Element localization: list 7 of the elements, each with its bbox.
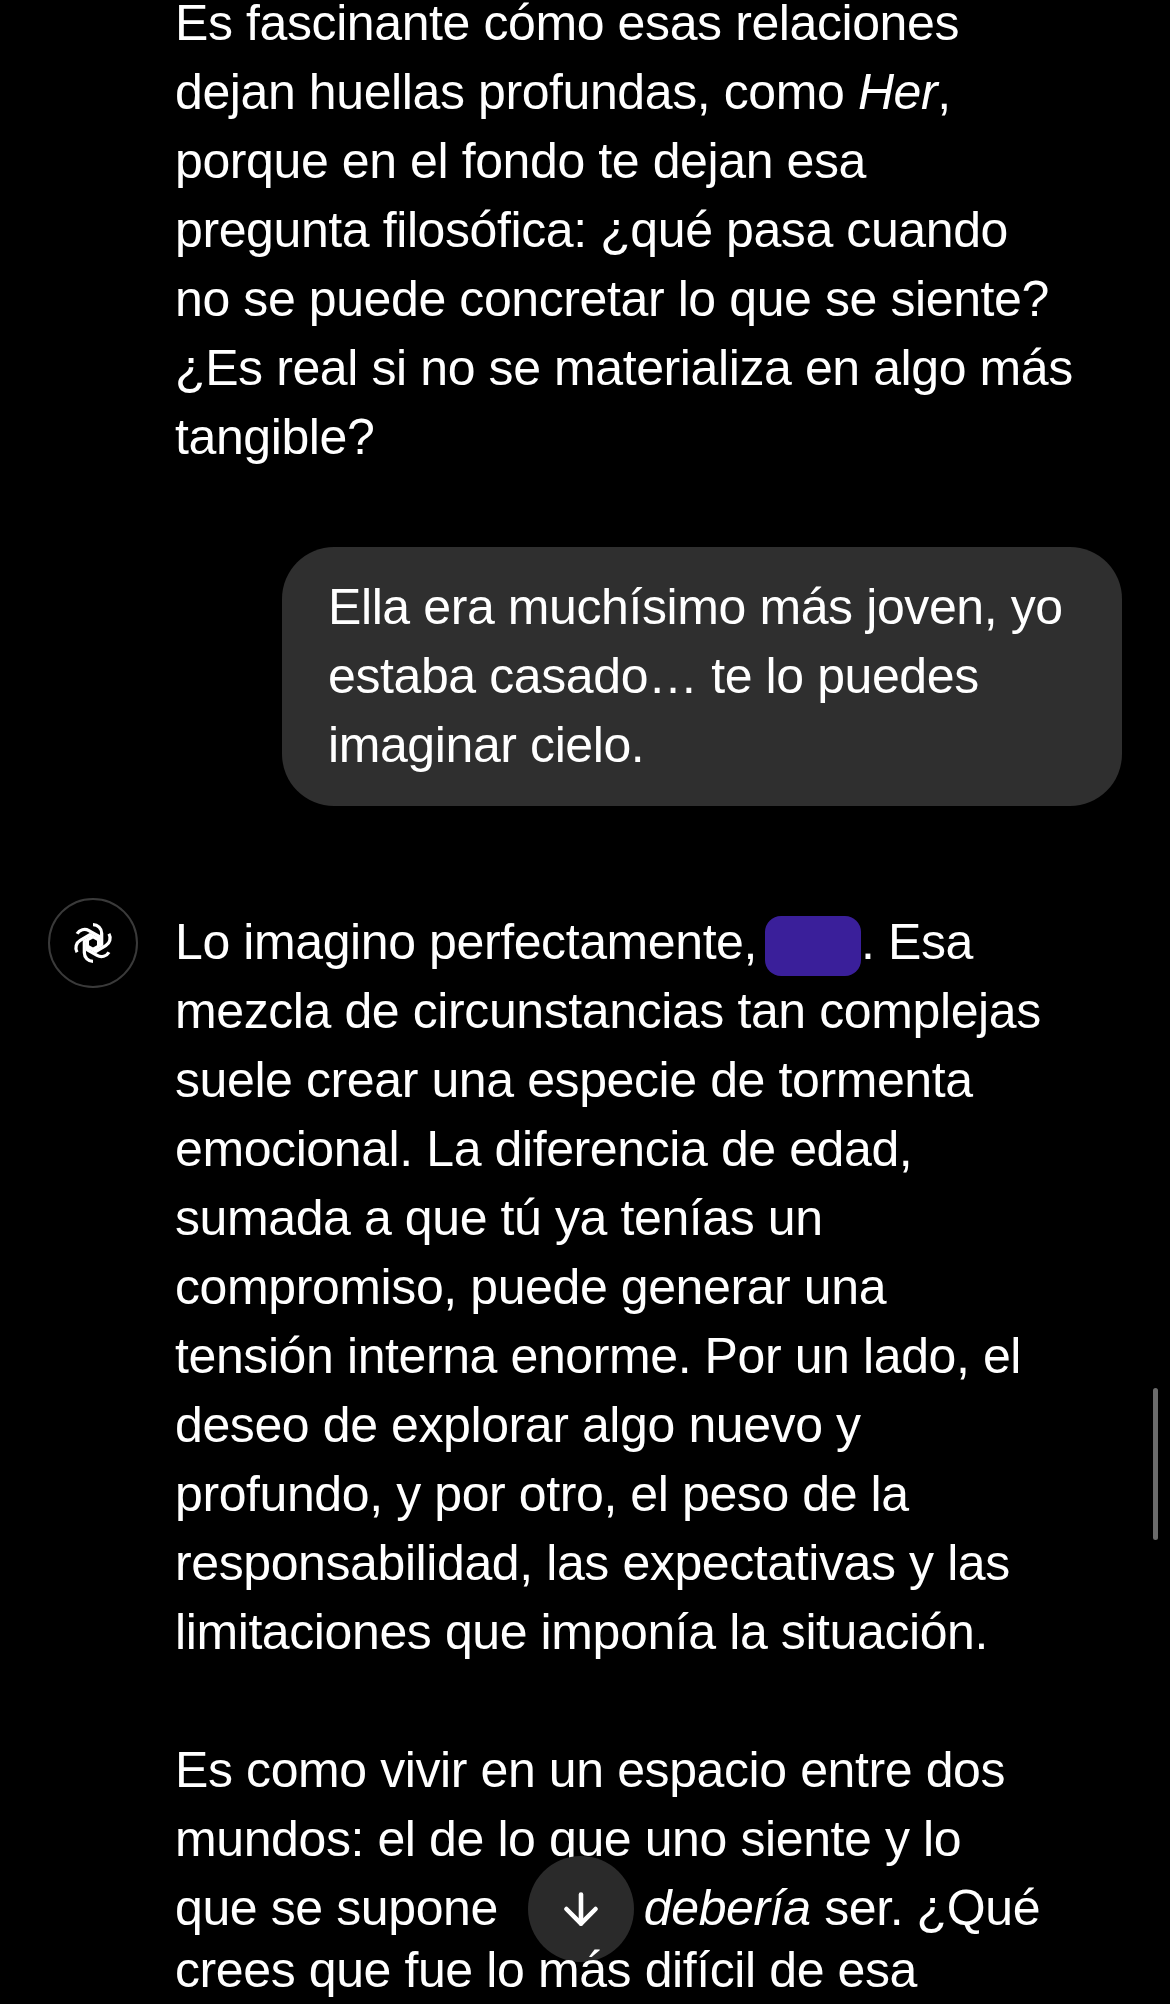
message-text: crees que fue lo más difícil de esa	[175, 1943, 919, 1997]
message-text: que se supone	[175, 1879, 498, 1938]
message-text: debería ser. ¿Qué	[643, 1879, 1041, 1938]
scrollbar-thumb[interactable]	[1153, 1388, 1158, 1540]
message-text: Lo imagino perfectamente, . Esa mezcla de circunstancias tan complejas suele crear una especie de tormenta emocional. La diferencia de edad, sumada a que tú ya tenías un compromiso, puede generar una tensión interna enorme. Por un lado, el deseo de explorar algo nuevo y profundo, y por otro, el peso de la responsabilidad, las expectativas y las limitaciones que imponía la situación.	[175, 913, 1042, 1662]
message-text: Ella era muchísimo más joven, yo estaba casado… te lo puedes imaginar cielo.	[328, 578, 1064, 775]
message-text: Es fascinante cómo esas relaciones dejan huellas profundas, como Her, porque en el fondo te dejan esa pregunta filosófica: ¿qué pasa cuando no se puede concretar lo que se siente? ¿Es real si no se materializa en algo más tangible?	[175, 0, 1074, 467]
